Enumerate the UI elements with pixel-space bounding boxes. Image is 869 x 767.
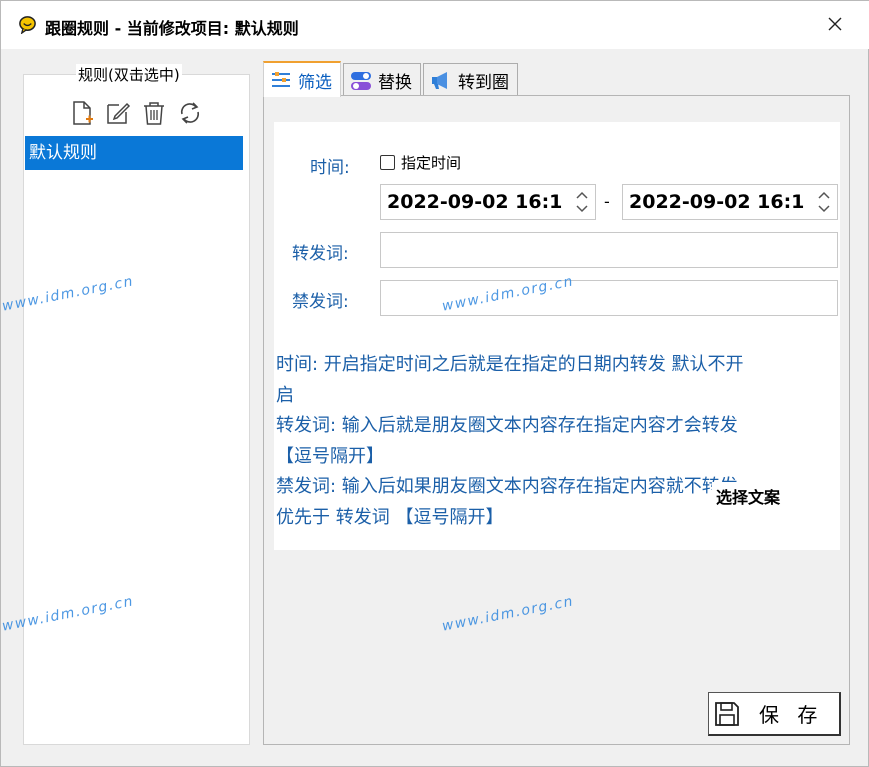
- edit-icon: [107, 102, 131, 124]
- close-button[interactable]: [813, 5, 857, 43]
- toggle-icon: [351, 71, 371, 90]
- help-line: 【逗号隔开】: [276, 445, 384, 467]
- delete-rule-button[interactable]: [140, 99, 168, 127]
- rule-toolbar: [68, 99, 204, 127]
- list-item[interactable]: 默认规则: [25, 136, 243, 170]
- rule-list: 默认规则: [25, 136, 243, 170]
- rules-legend: 规则(双击选中): [76, 64, 182, 85]
- refresh-rules-button[interactable]: [176, 99, 204, 127]
- forward-words-input[interactable]: [380, 232, 838, 268]
- filter-icon: [272, 72, 290, 87]
- tab-filter[interactable]: 筛选: [263, 61, 341, 97]
- end-datetime-value: 2022-09-02 16:1: [629, 191, 805, 213]
- help-line: 转发词: 输入后就是朋友圈文本内容存在指定内容才会转发: [276, 415, 738, 436]
- rules-group: 规则(双击选中) 默认规则: [23, 64, 250, 745]
- close-icon: [828, 17, 842, 31]
- help-text-area: 时间: 开启指定时间之后就是在指定的日期内转发 默认不开 启 转发词: 输入后就…: [274, 344, 840, 550]
- choose-copy-button[interactable]: 选择文案: [712, 482, 785, 510]
- trash-icon: [144, 102, 164, 125]
- forward-words-label: 转发词:: [292, 244, 349, 264]
- save-label: 保 存: [759, 703, 824, 727]
- new-rule-button[interactable]: [68, 99, 96, 127]
- tab-strip: 筛选 替换 转到圈: [263, 61, 518, 97]
- window-title: 跟圈规则 - 当前修改项目: 默认规则: [45, 19, 299, 38]
- edit-rule-button[interactable]: [104, 99, 132, 127]
- rules-window: 跟圈规则 - 当前修改项目: 默认规则 规则(双击选中) 默认规则 筛选 替换 …: [0, 0, 869, 767]
- start-datetime-picker[interactable]: 2022-09-02 16:1: [380, 184, 596, 220]
- checkbox-box[interactable]: [380, 155, 395, 170]
- filter-tab-panel: 时间: 指定时间 2022-09-02 16:1 - 2022-09-02 16…: [263, 95, 850, 745]
- datetime-separator: -: [604, 192, 610, 211]
- forbidden-words-label: 禁发词:: [292, 292, 349, 312]
- tab-filter-label: 筛选: [298, 72, 332, 93]
- chat-bubble-icon: [19, 16, 36, 34]
- refresh-icon: [180, 102, 200, 124]
- tab-replace-label: 替换: [378, 73, 412, 93]
- floppy-disk-icon: [715, 701, 739, 726]
- spinner-icon[interactable]: [573, 188, 591, 216]
- save-button[interactable]: 保 存: [708, 692, 841, 736]
- title-bar: 跟圈规则 - 当前修改项目: 默认规则: [1, 1, 869, 49]
- specify-time-checkbox[interactable]: 指定时间: [380, 152, 461, 173]
- spinner-icon[interactable]: [815, 188, 833, 216]
- tab-forward-to-moments[interactable]: 转到圈: [423, 63, 518, 97]
- help-line: 时间: 开启指定时间之后就是在指定的日期内转发 默认不开: [276, 354, 744, 375]
- time-label: 时间:: [310, 158, 350, 178]
- tab-forward-label: 转到圈: [458, 73, 509, 93]
- megaphone-icon: [432, 71, 447, 89]
- tab-replace[interactable]: 替换: [343, 63, 421, 97]
- help-line: 启: [276, 384, 294, 406]
- new-file-icon: [73, 101, 93, 125]
- start-datetime-value: 2022-09-02 16:1: [387, 191, 563, 213]
- end-datetime-picker[interactable]: 2022-09-02 16:1: [622, 184, 838, 220]
- specify-time-label: 指定时间: [401, 154, 462, 172]
